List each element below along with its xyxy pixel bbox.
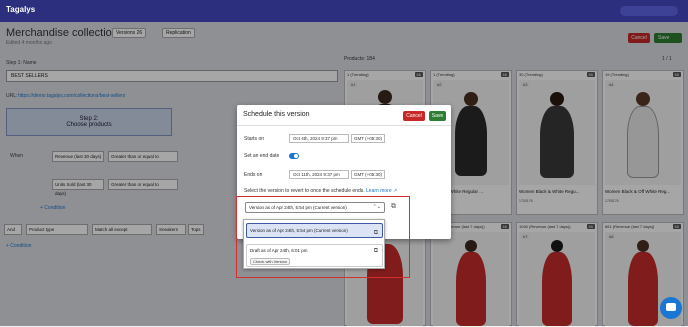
end-date-label: Set an end date [244,153,280,159]
chat-icon[interactable] [660,297,682,319]
nav-search[interactable] [620,6,678,16]
revert-question: Select the version to revert to once the… [244,188,397,194]
modal-divider [237,125,451,126]
learn-more-link[interactable]: Learn more [366,188,392,194]
end-date-toggle[interactable] [289,153,299,159]
starts-timezone[interactable]: GMT (+05:30) [351,134,385,143]
modal-save-button[interactable]: Save [429,111,446,121]
ends-on-input[interactable]: Oct 11th, 2024 9:37 pm [289,170,349,179]
starts-on-label: Starts on [244,136,265,142]
starts-on-input[interactable]: Oct 4th, 2024 9:37 pm [289,134,349,143]
external-link-icon[interactable]: ↗ [392,188,397,194]
modal-cancel-button[interactable]: Cancel [403,111,425,121]
highlight-box [236,196,410,278]
app-logo[interactable]: Tagalys [6,5,35,14]
ends-on-label: Ends on [244,172,263,178]
modal-title: Schedule this version [243,111,310,118]
ends-timezone[interactable]: GMT (+05:30) [351,170,385,179]
top-nav: Tagalys [0,0,688,22]
revert-question-text: Select the version to revert to once the… [244,188,365,194]
